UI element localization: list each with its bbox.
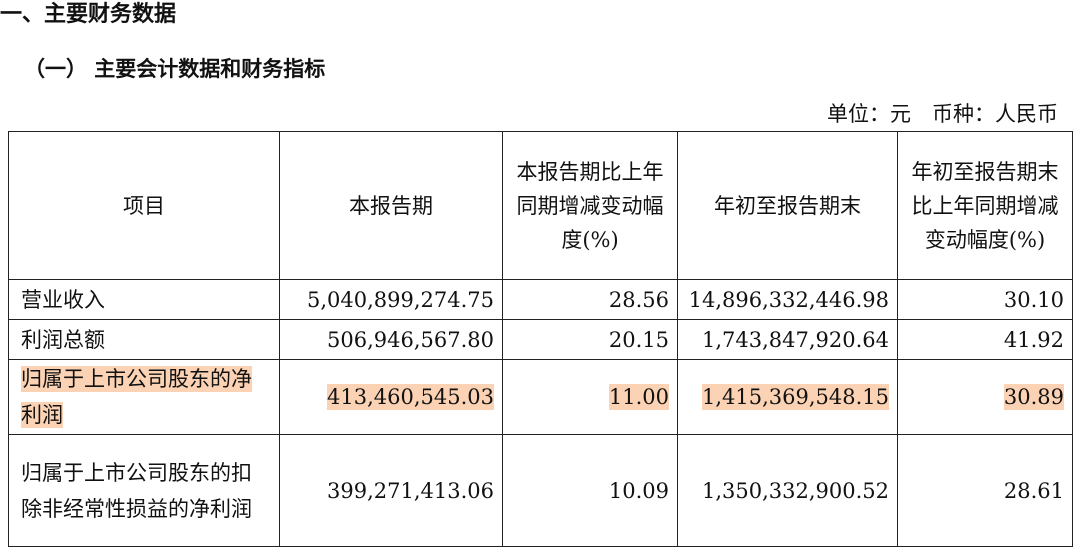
header-current-change: 本报告期比上年同期增减变动幅度(%) [502,131,678,280]
header-current-period: 本报告期 [279,131,503,280]
highlighted-text: 11.00 [608,384,669,410]
row-current: 5,040,899,274.75 [279,279,503,320]
row-ytd: 14,896,332,446.98 [677,279,898,320]
row-ytd-change: 41.92 [897,319,1073,360]
row-current-change: 10.09 [502,434,678,547]
row-current-change: 28.56 [502,279,678,320]
row-item: 归属于上市公司股东的扣除非经常性损益的净利润 [8,434,280,547]
subsection-title: （一） 主要会计数据和财务指标 [24,57,326,81]
row-current: 413,460,545.03 [279,359,503,435]
row-ytd-change: 28.61 [897,434,1073,547]
header-ytd-change: 年初至报告期末比上年同期增减变动幅度(%) [897,131,1073,280]
table-row-highlighted: 归属于上市公司股东的净利润 413,460,545.03 11.00 1,415… [8,359,1073,435]
row-ytd: 1,415,369,548.15 [677,359,898,435]
highlighted-text: 413,460,545.03 [327,384,494,410]
row-ytd: 1,350,332,900.52 [677,434,898,547]
unit-currency-note: 单位：元 币种：人民币 [827,102,1058,126]
financial-data-table: 项目 本报告期 本报告期比上年同期增减变动幅度(%) 年初至报告期末 年初至报告… [8,131,1073,547]
row-ytd-change: 30.10 [897,279,1073,320]
highlighted-text: 1,415,369,548.15 [701,384,889,410]
section-title: 一、主要财务数据 [0,2,177,27]
row-item: 营业收入 [8,279,280,320]
table-header-row: 项目 本报告期 本报告期比上年同期增减变动幅度(%) 年初至报告期末 年初至报告… [8,131,1073,280]
highlighted-text: 30.89 [1003,384,1064,410]
row-item: 利润总额 [8,319,280,360]
table-row: 利润总额 506,946,567.80 20.15 1,743,847,920.… [8,319,1073,360]
highlighted-text: 归属于上市公司股东的净利润 [21,366,252,428]
row-ytd: 1,743,847,920.64 [677,319,898,360]
header-item: 项目 [8,131,280,280]
row-current: 399,271,413.06 [279,434,503,547]
header-ytd: 年初至报告期末 [677,131,898,280]
row-current-change: 20.15 [502,319,678,360]
table-row: 归属于上市公司股东的扣除非经常性损益的净利润 399,271,413.06 10… [8,434,1073,547]
row-current-change: 11.00 [502,359,678,435]
row-current: 506,946,567.80 [279,319,503,360]
row-item: 归属于上市公司股东的净利润 [8,359,280,435]
table-row: 营业收入 5,040,899,274.75 28.56 14,896,332,4… [8,279,1073,320]
row-ytd-change: 30.89 [897,359,1073,435]
